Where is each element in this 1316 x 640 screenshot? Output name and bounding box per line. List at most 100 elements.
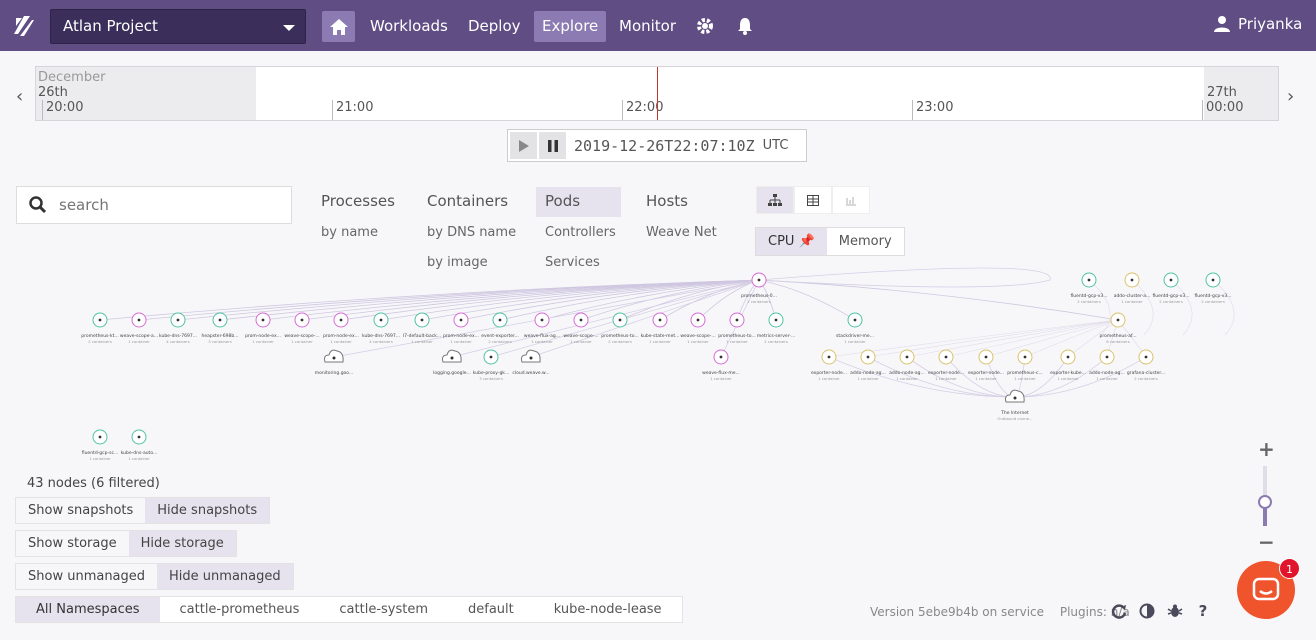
- gear-icon[interactable]: [695, 16, 715, 36]
- bug-icon[interactable]: [1167, 603, 1183, 619]
- timeline-next-icon[interactable]: ›: [1287, 86, 1294, 107]
- topology-containers-by-dns[interactable]: by DNS name: [427, 225, 516, 240]
- nav-deploy[interactable]: Deploy: [460, 11, 529, 42]
- topology-containers[interactable]: Containers: [427, 192, 508, 210]
- timeline-end-day: 27th: [1207, 85, 1237, 100]
- namespace-selector: All Namespaces cattle-prometheus cattle-…: [15, 596, 683, 623]
- search-input[interactable]: [59, 196, 259, 214]
- topology-graph[interactable]: prometheus-0...2 containersThe InternetO…: [0, 262, 1316, 462]
- topology-hosts[interactable]: Hosts: [646, 192, 688, 210]
- node-sublabel: 1 container: [687, 339, 709, 344]
- zoom-slider-handle[interactable]: [1258, 495, 1272, 509]
- current-time[interactable]: 2019-12-26T22:07:10Z: [574, 137, 755, 155]
- rancher-logo-icon[interactable]: [12, 14, 36, 38]
- help-icon[interactable]: ?: [1195, 603, 1211, 619]
- graph-node-center: [757, 278, 761, 282]
- node-sublabel: 4 containers: [369, 339, 393, 344]
- namespace-all[interactable]: All Namespaces: [16, 597, 160, 622]
- graph-node-center: [944, 355, 948, 359]
- show-snapshots-button[interactable]: Show snapshots: [16, 498, 146, 523]
- node-label: cloud.weave.w...: [512, 370, 549, 376]
- user-menu[interactable]: Priyanka: [1214, 15, 1302, 33]
- node-sublabel: 6 containers: [1106, 339, 1130, 344]
- timeline[interactable]: December 26th 27th 20:00 21:00 22:00 23:…: [35, 66, 1279, 121]
- refresh-icon[interactable]: [1111, 603, 1127, 619]
- node-sublabel: 2 containers: [488, 339, 512, 344]
- graph-node-center: [735, 318, 739, 322]
- graph-node-center: [719, 355, 723, 359]
- snapshots-toggle: Show snapshots Hide snapshots: [15, 497, 271, 524]
- graph-node-center: [379, 318, 383, 322]
- timeline-prev-icon[interactable]: ‹: [16, 86, 23, 107]
- nav-workloads[interactable]: Workloads: [362, 11, 456, 42]
- resource-view-button[interactable]: [832, 186, 870, 214]
- zoom-out-button[interactable]: −: [1258, 530, 1275, 554]
- bell-icon[interactable]: [735, 16, 755, 36]
- graph-node-center: [1066, 355, 1070, 359]
- play-button[interactable]: [510, 132, 537, 159]
- table-view-button[interactable]: [794, 186, 832, 214]
- home-icon: [329, 18, 348, 35]
- graph-node-cloud[interactable]: [324, 349, 344, 363]
- graph-node-center: [540, 318, 544, 322]
- metric-memory[interactable]: Memory: [827, 228, 904, 255]
- node-sublabel: 1 container: [710, 376, 732, 381]
- node-sublabel: 1 container: [252, 339, 274, 344]
- hide-storage-button[interactable]: Hide storage: [128, 531, 236, 556]
- node-sublabel: 1 container: [330, 339, 352, 344]
- graph-view-button[interactable]: [756, 186, 794, 214]
- topology-pods[interactable]: Pods: [536, 187, 621, 217]
- graph-node-cloud[interactable]: [521, 349, 541, 363]
- namespace-cattle-prometheus[interactable]: cattle-prometheus: [160, 597, 320, 622]
- node-sublabel: 1 container: [1057, 376, 1079, 381]
- node-count: 43 nodes (6 filtered): [27, 476, 160, 491]
- node-sublabel: 4 containers: [166, 339, 190, 344]
- namespace-default[interactable]: default: [448, 597, 534, 622]
- topology-controllers[interactable]: Controllers: [545, 225, 616, 240]
- show-unmanaged-button[interactable]: Show unmanaged: [16, 564, 158, 589]
- footer-info: Version 5ebe9b4b on service Plugins: n/a: [870, 605, 1130, 619]
- zoom-slider-fill: [1263, 508, 1267, 526]
- metric-cpu[interactable]: CPU 📌: [756, 228, 827, 255]
- graph-node-center: [827, 355, 831, 359]
- graph-edge: [1131, 279, 1154, 336]
- graph-node-cloud[interactable]: [442, 349, 462, 363]
- hide-unmanaged-button[interactable]: Hide unmanaged: [157, 564, 293, 589]
- node-sublabel: 2 containers: [88, 339, 112, 344]
- graph-edge: [985, 319, 1119, 358]
- node-sublabel: 3 containers: [208, 339, 232, 344]
- node-sublabel: 1 container: [1121, 299, 1143, 304]
- graph-node-center: [866, 355, 870, 359]
- node-sublabel: 2 containers: [1201, 299, 1225, 304]
- user-icon: [1214, 16, 1230, 32]
- node-sublabel: 1 container: [128, 456, 150, 461]
- graph-node-center: [459, 318, 463, 322]
- search-box[interactable]: [16, 186, 292, 224]
- pin-icon: 📌: [798, 234, 815, 249]
- namespace-kube-node-lease[interactable]: kube-node-lease: [534, 597, 682, 622]
- contrast-icon[interactable]: [1139, 603, 1155, 619]
- timeline-tick: 23:00: [912, 100, 953, 120]
- internet-cloud-icon[interactable]: [1005, 389, 1025, 403]
- topology-processes[interactable]: Processes: [321, 192, 395, 210]
- graph-node-center: [137, 435, 141, 439]
- project-selector[interactable]: Atlan Project: [50, 9, 306, 44]
- home-button[interactable]: [322, 11, 355, 42]
- topology-weave-net[interactable]: Weave Net: [646, 225, 717, 240]
- graph-node-center: [853, 318, 857, 322]
- graph-edge: [758, 279, 1119, 321]
- project-name: Atlan Project: [63, 17, 158, 35]
- zoom-in-button[interactable]: +: [1258, 437, 1275, 461]
- resource-view-icon: [846, 196, 856, 206]
- nav-explore[interactable]: Explore: [534, 11, 607, 42]
- namespace-cattle-system[interactable]: cattle-system: [319, 597, 448, 622]
- nav-monitor[interactable]: Monitor: [611, 11, 684, 42]
- node-sublabel: 1 container: [975, 376, 997, 381]
- unmanaged-toggle: Show unmanaged Hide unmanaged: [15, 563, 294, 590]
- topology-processes-by-name[interactable]: by name: [321, 225, 378, 240]
- pause-button[interactable]: [539, 132, 566, 159]
- graph-node-center: [1211, 278, 1215, 282]
- show-storage-button[interactable]: Show storage: [16, 531, 129, 556]
- graph-node-center: [1105, 355, 1109, 359]
- hide-snapshots-button[interactable]: Hide snapshots: [145, 498, 270, 523]
